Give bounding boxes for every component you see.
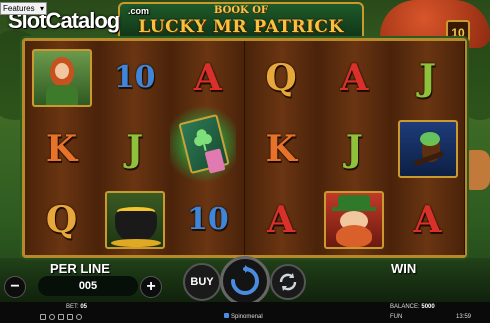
per-line-label: PER LINE xyxy=(50,261,110,276)
reel-cell: K xyxy=(245,113,318,184)
features-dropdown[interactable]: Features ▾ xyxy=(0,2,47,15)
reel-cell: J xyxy=(98,113,171,184)
reel-5: AJ xyxy=(317,41,392,255)
red-haired-lady-icon xyxy=(31,48,92,107)
autoplay-button[interactable] xyxy=(270,264,306,300)
spin-button[interactable] xyxy=(220,256,270,306)
bet-status: BET: 05 xyxy=(66,304,87,310)
reel-cell: J xyxy=(391,42,464,113)
reel-6: JA xyxy=(391,41,465,255)
reel-cell: 10 xyxy=(171,184,244,255)
game-title: LUCKY MR PATRICK xyxy=(138,17,344,37)
increase-bet-button[interactable]: + xyxy=(140,276,162,298)
reel-4: QKA xyxy=(244,41,319,255)
reel-cell: K xyxy=(25,113,98,184)
reel-cell: A xyxy=(318,42,391,113)
buy-button-label: BUY xyxy=(190,276,214,288)
symbol-q: Q xyxy=(45,198,78,241)
provider-logo-icon xyxy=(224,313,229,318)
features-dropdown-value: Features xyxy=(3,4,35,13)
reel-1: KQ xyxy=(25,41,99,255)
symbol-k: K xyxy=(265,127,297,170)
reel-cell xyxy=(391,113,464,184)
brand-suffix: .com xyxy=(128,6,150,16)
clock: 13:59 xyxy=(456,314,472,320)
pipe-icon xyxy=(397,119,458,178)
menu-icon[interactable] xyxy=(40,314,46,320)
mode-label: FUN xyxy=(390,314,403,320)
bet-status-label: BET: xyxy=(66,304,79,310)
reel-area: K Q 10 J A 10 Q K A A J J A xyxy=(22,38,467,258)
decrease-bet-button[interactable]: − xyxy=(4,276,26,298)
reel-cell: A xyxy=(171,42,244,113)
provider-name: Spinomenal xyxy=(231,314,263,320)
symbol-10: 10 xyxy=(113,59,156,95)
game-screen: BOOK OF LUCKY MR PATRICK SlotCatalog .co… xyxy=(0,0,490,323)
win-label: WIN xyxy=(391,261,417,276)
reel-cell xyxy=(25,42,98,113)
settings-icon[interactable] xyxy=(67,314,73,320)
chevron-down-icon: ▾ xyxy=(39,4,44,13)
symbol-j: J xyxy=(345,127,363,170)
symbol-j: J xyxy=(126,127,144,170)
balance-label: BALANCE: xyxy=(390,304,420,310)
status-bar: BET: 05 Spinomenal BALANCE: 5000 FUN 13:… xyxy=(0,302,490,323)
spin-arrows-icon xyxy=(231,265,259,295)
reel-cell: Q xyxy=(25,184,98,255)
reel-cell: Q xyxy=(245,42,318,113)
pot-of-gold-icon xyxy=(104,190,165,249)
symbol-a: A xyxy=(267,198,296,241)
reel-cell: 10 xyxy=(98,42,171,113)
symbol-a: A xyxy=(413,198,442,241)
minus-icon: − xyxy=(10,278,20,295)
balance-status: BALANCE: 5000 xyxy=(390,304,435,310)
reel-cell xyxy=(98,184,171,255)
reel-cell: J xyxy=(318,113,391,184)
buy-feature-button[interactable]: BUY xyxy=(183,263,221,301)
symbol-q: Q xyxy=(265,56,297,99)
leprechaun-icon xyxy=(324,190,385,249)
autoplay-arrows-icon xyxy=(279,273,297,291)
reel-cell: A xyxy=(391,184,464,255)
history-icon[interactable] xyxy=(76,314,82,320)
reel-cell: A xyxy=(245,184,318,255)
symbol-k: K xyxy=(45,127,78,170)
game-title-plate: BOOK OF LUCKY MR PATRICK xyxy=(118,2,364,42)
symbol-a: A xyxy=(340,56,369,99)
info-icon[interactable] xyxy=(49,314,55,320)
sound-icon[interactable] xyxy=(58,314,64,320)
provider-credit: Spinomenal xyxy=(224,313,263,320)
balance-value: 5000 xyxy=(421,304,435,310)
reel-cell xyxy=(318,184,391,255)
reel-2: 10 J xyxy=(98,41,173,255)
symbol-a: A xyxy=(193,56,222,99)
game-title-top: BOOK OF xyxy=(213,5,269,16)
plus-icon: + xyxy=(146,278,156,295)
symbol-j: J xyxy=(418,56,437,99)
symbol-10: 10 xyxy=(187,201,229,237)
bet-per-line-value: 005 xyxy=(38,276,138,296)
bet-status-value: 05 xyxy=(80,304,88,310)
